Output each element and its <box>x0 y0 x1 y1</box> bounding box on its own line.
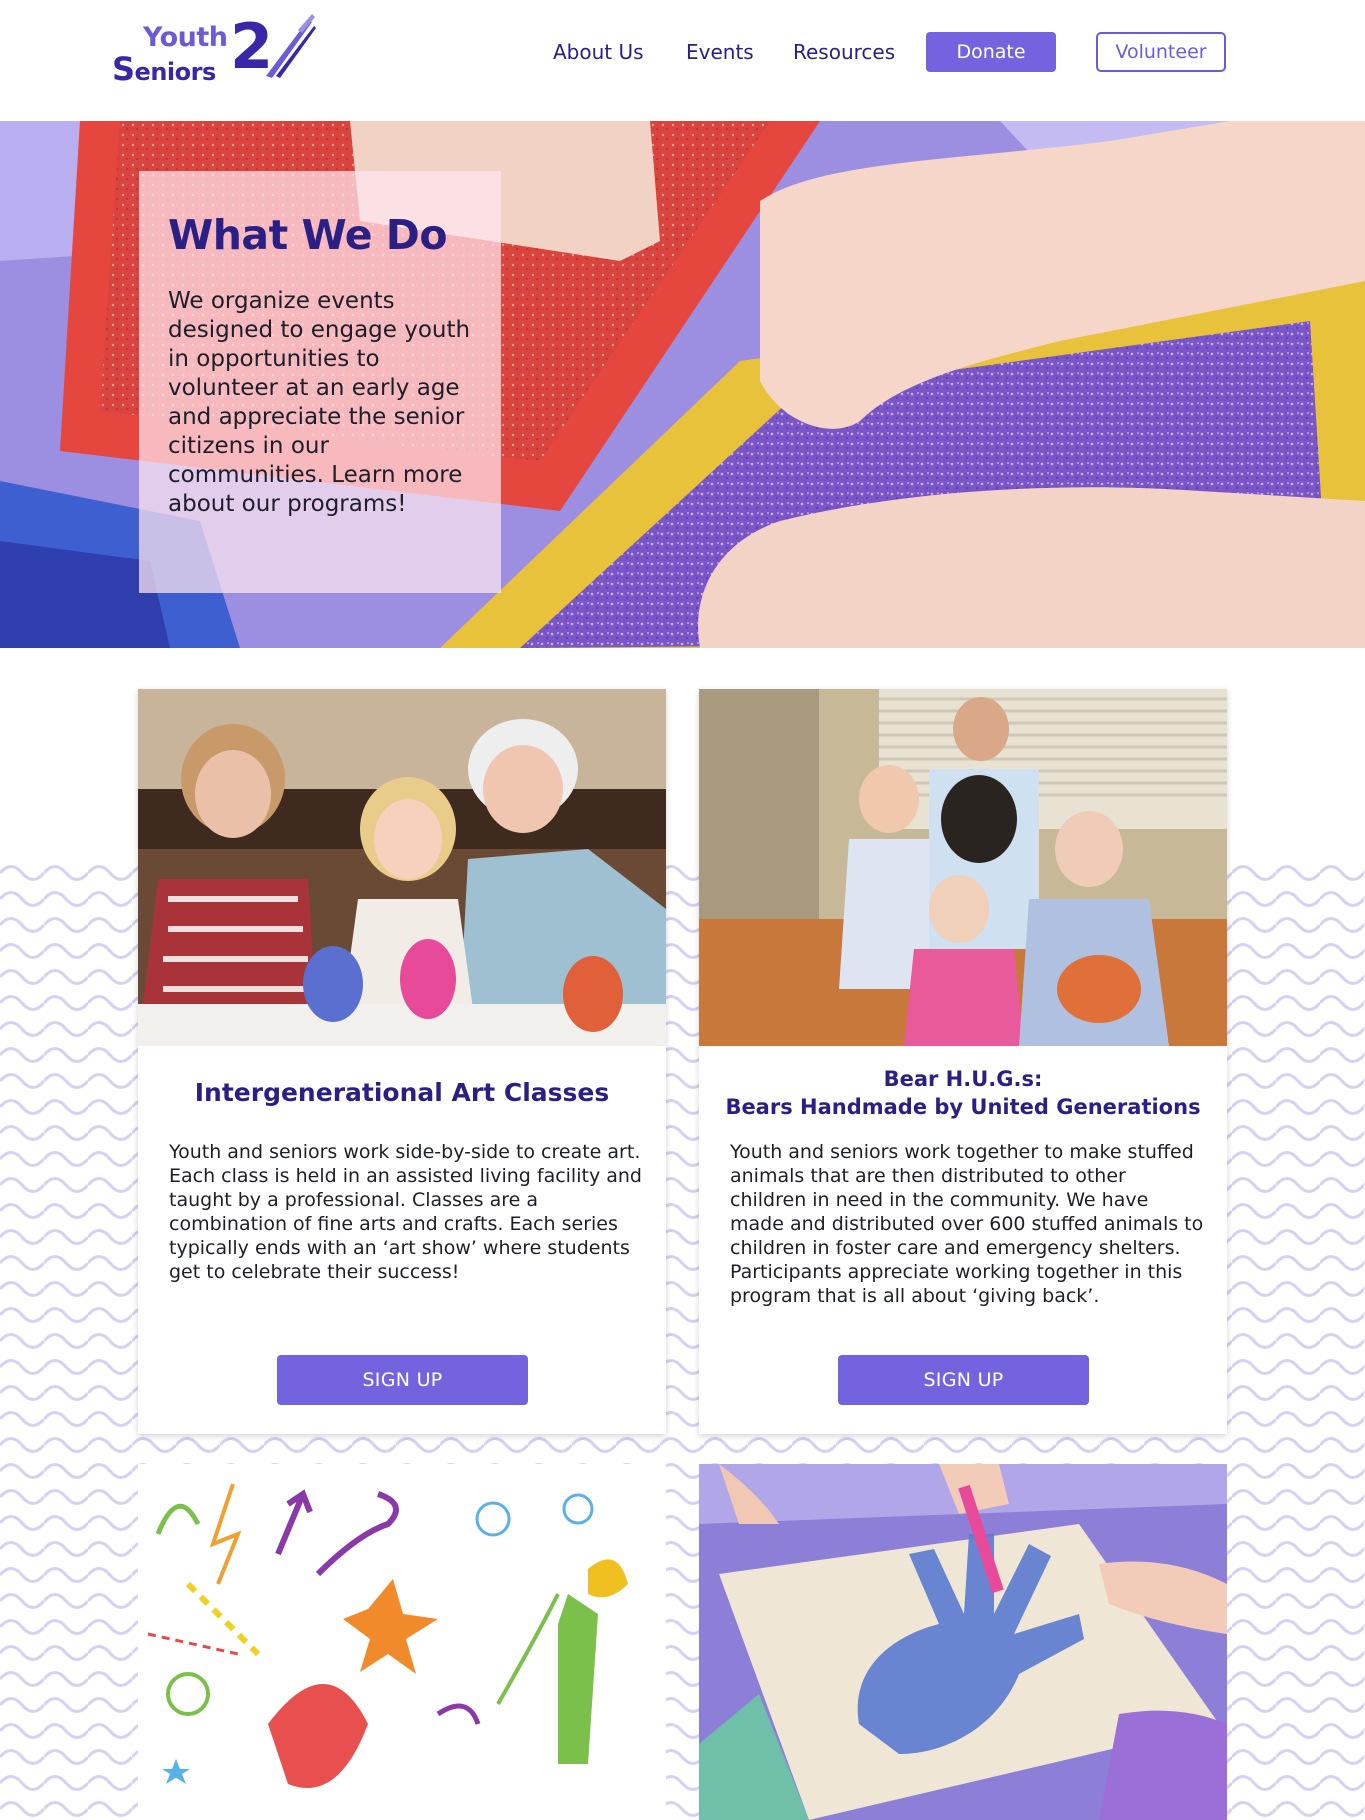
site-header: Youth Seniors 2 About Us Events Resource… <box>0 0 1365 121</box>
logo-word-youth: Youth <box>143 22 228 53</box>
nav-events[interactable]: Events <box>686 32 754 72</box>
nav-about-us[interactable]: About Us <box>553 32 644 72</box>
logo-word-seniors: Seniors <box>112 50 216 88</box>
donate-button[interactable]: Donate <box>926 32 1056 72</box>
youth-2-seniors-logo[interactable]: Youth Seniors 2 <box>112 12 317 88</box>
sign-up-button[interactable]: SIGN UP <box>838 1355 1089 1405</box>
program-description: Youth and seniors work together to make … <box>730 1141 1204 1307</box>
logo-seniors-rest: eniors <box>134 58 217 86</box>
hero-title: What We Do <box>168 211 448 259</box>
doodle-graphic <box>138 1464 666 1820</box>
what-we-do-panel: What We Do We organize events designed t… <box>139 171 501 593</box>
paintbrush-icon <box>266 14 316 78</box>
generation-doodle-illustration <box>138 1464 666 1820</box>
hero-description: We organize events designed to engage yo… <box>168 288 471 517</box>
volunteer-button[interactable]: Volunteer <box>1096 32 1226 72</box>
program-title: Bear H.U.G.s: Bears Handmade by United G… <box>719 1065 1207 1121</box>
program-title-line2: Bears Handmade by United Generations <box>725 1095 1201 1119</box>
nav-resources[interactable]: Resources <box>793 32 895 72</box>
program-title-line1: Bear H.U.G.s: <box>883 1067 1043 1091</box>
hero-section: What We Do We organize events designed t… <box>0 121 1365 648</box>
sign-up-button[interactable]: SIGN UP <box>277 1355 528 1405</box>
art-class-photo <box>138 689 666 1046</box>
handprint-craft-photo <box>699 1464 1227 1820</box>
program-card-art-classes: Intergenerational Art Classes Youth and … <box>138 689 666 1434</box>
bear-hugs-photo <box>699 689 1227 1046</box>
program-title: Intergenerational Art Classes <box>194 1078 610 1107</box>
program-card-bear-hugs: Bear H.U.G.s: Bears Handmade by United G… <box>699 689 1227 1434</box>
handprint-graphic <box>699 1464 1227 1820</box>
program-description: Youth and seniors work side-by-side to c… <box>169 1141 642 1283</box>
logo-seniors-initial: S <box>112 50 135 88</box>
